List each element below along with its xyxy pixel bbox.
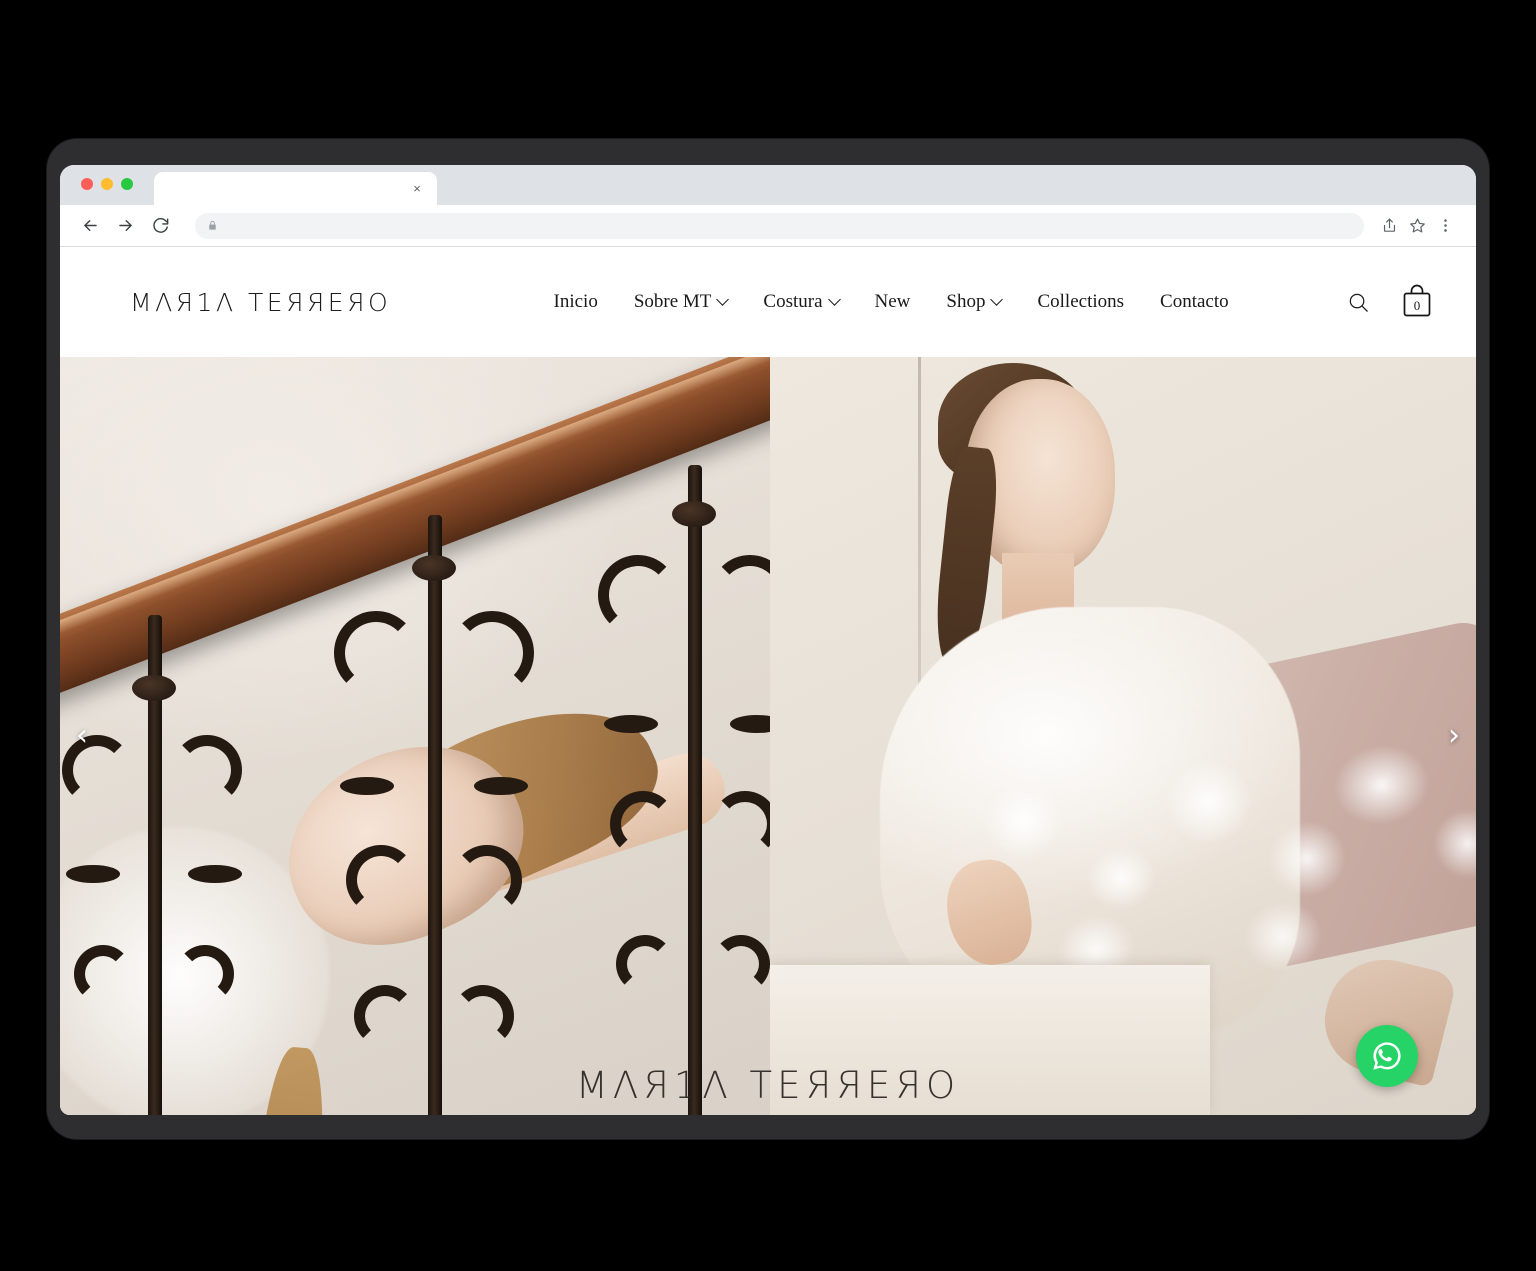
nav-label: Shop (946, 291, 986, 312)
nav-label: New (874, 291, 911, 312)
minimize-window-button[interactable] (101, 178, 113, 190)
nav-label: Collections (1037, 291, 1125, 312)
maximize-window-button[interactable] (121, 178, 133, 190)
wrought-iron-railing (60, 357, 770, 1115)
hero-carousel: ‹ › MΛЯ1Λ TEЯЯEЯO (60, 357, 1476, 1115)
nav-label: Costura (763, 291, 823, 312)
whatsapp-icon[interactable] (1356, 1025, 1418, 1087)
screenshot-stage: × MΛЯ1Λ TEЯЯEЯO Inicio Sobre MT Costura … (0, 0, 1536, 1271)
chevron-down-icon (827, 292, 841, 306)
share-icon[interactable] (1376, 213, 1402, 239)
browser-window: × MΛЯ1Λ TEЯЯEЯO Inicio Sobre MT Costura … (60, 165, 1476, 1115)
device-frame: × MΛЯ1Λ TEЯЯEЯO Inicio Sobre MT Costura … (47, 139, 1489, 1139)
three-dot-menu-icon[interactable] (1432, 213, 1458, 239)
chevron-down-icon (716, 292, 730, 306)
nav-label: Inicio (553, 291, 598, 312)
forward-arrow-icon[interactable] (111, 212, 139, 240)
carousel-next-arrow[interactable]: › (1448, 721, 1460, 751)
nav-item-collections[interactable]: Collections (1037, 291, 1124, 313)
chevron-down-icon (990, 292, 1004, 306)
nav-item-sobre-mt[interactable]: Sobre MT (633, 291, 730, 313)
tab-close-icon[interactable]: × (409, 181, 425, 197)
carousel-prev-arrow[interactable]: ‹ (76, 721, 88, 751)
shopping-bag-icon[interactable]: 0 (1398, 281, 1436, 323)
hero-watermark-logo: MΛЯ1Λ TEЯЯEЯO (575, 1064, 961, 1107)
close-window-button[interactable] (81, 178, 93, 190)
nav-label: Sobre MT (633, 291, 712, 312)
nav-item-new[interactable]: New (875, 291, 911, 313)
cart-item-count: 0 (1413, 298, 1421, 313)
main-navigation: Inicio Sobre MT Costura New Shop Collect… (451, 291, 1331, 313)
header-actions: 0 (1347, 281, 1436, 323)
nav-label: Contacto (1160, 291, 1229, 312)
nav-item-inicio[interactable]: Inicio (554, 291, 598, 313)
window-traffic-lights (81, 178, 133, 190)
search-icon[interactable] (1347, 291, 1370, 314)
page-viewport: MΛЯ1Λ TEЯЯEЯO Inicio Sobre MT Costura Ne… (60, 247, 1476, 1115)
star-icon[interactable] (1404, 213, 1430, 239)
hero-slide-1[interactable] (60, 357, 770, 1115)
lock-icon (207, 219, 218, 232)
browser-tabstrip: × (60, 165, 1476, 205)
nav-item-shop[interactable]: Shop (946, 291, 1004, 313)
site-logo[interactable]: MΛЯ1Λ TEЯЯEЯO (130, 288, 391, 317)
site-header: MΛЯ1Λ TEЯЯEЯO Inicio Sobre MT Costura Ne… (60, 247, 1476, 357)
hero-slide-2[interactable] (770, 357, 1476, 1115)
browser-tab[interactable]: × (154, 172, 437, 205)
reload-icon[interactable] (146, 212, 174, 240)
nav-item-contacto[interactable]: Contacto (1160, 291, 1229, 313)
browser-toolbar (60, 205, 1476, 247)
back-arrow-icon[interactable] (76, 212, 104, 240)
address-bar[interactable] (195, 212, 1364, 239)
nav-item-costura[interactable]: Costura (763, 291, 841, 313)
